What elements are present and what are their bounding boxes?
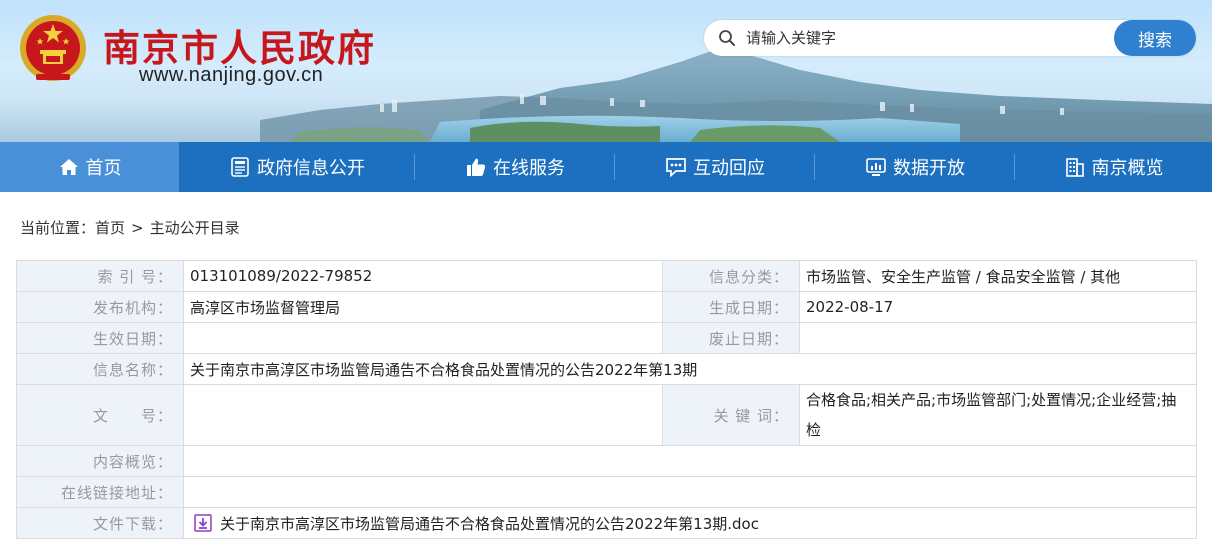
nav-item-label: 政府信息公开 (257, 158, 365, 179)
download-icon[interactable] (194, 513, 212, 532)
effective-date-value (183, 322, 663, 354)
index-no-value: 013101089/2022-79852 (183, 260, 663, 292)
table-row: 内容概览： (16, 445, 1197, 477)
file-download-cell: 关于南京市高淳区市场监管局通告不合格食品处置情况的公告2022年第13期.doc (183, 507, 1197, 539)
summary-label: 内容概览： (16, 445, 184, 477)
breadcrumb: 当前位置：首页 > 主动公开目录 (20, 217, 240, 238)
effective-date-label: 生效日期： (16, 322, 184, 354)
abolish-date-value (799, 322, 1197, 354)
search-icon (719, 30, 735, 46)
summary-value (183, 445, 1197, 477)
thumbs-up-icon (467, 158, 486, 176)
category-value: 市场监管、安全生产监管 / 食品安全监管 / 其他 (799, 260, 1197, 292)
info-title-value: 关于南京市高淳区市场监管局通告不合格食品处置情况的公告2022年第13期 (183, 353, 1197, 385)
chat-icon (666, 158, 686, 178)
breadcrumb-current[interactable]: 主动公开目录 (150, 219, 240, 237)
table-row: 在线链接地址： (16, 476, 1197, 508)
nav-item-label: 数据开放 (893, 158, 965, 179)
main-nav: 首页 政府信息公开 在线服务 互动回应 数据开放 南京概览 (0, 142, 1212, 192)
nav-item-label: 南京概览 (1091, 158, 1164, 179)
breadcrumb-prefix: 当前位置： (20, 219, 96, 237)
breadcrumb-home-link[interactable]: 首页 (95, 219, 125, 237)
table-row: 生效日期： 废止日期： (16, 322, 1197, 354)
search-button[interactable]: 搜索 (1114, 20, 1196, 56)
search-input[interactable] (746, 26, 1106, 50)
nav-item-home[interactable]: 首页 (0, 142, 179, 192)
download-file-link[interactable]: 关于南京市高淳区市场监管局通告不合格食品处置情况的公告2022年第13期.doc (220, 515, 759, 533)
national-emblem-icon (20, 15, 86, 81)
doc-no-label: 文 号： (16, 384, 184, 446)
category-label: 信息分类： (662, 260, 800, 292)
monitor-chart-icon (866, 158, 886, 176)
created-date-value: 2022-08-17 (799, 291, 1197, 323)
table-row: 发布机构： 高淳区市场监督管理局 生成日期： 2022-08-17 (16, 291, 1197, 323)
table-row: 文件下载： 关于南京市高淳区市场监管局通告不合格食品处置情况的公告2022年第1… (16, 507, 1197, 539)
nav-item-open-data[interactable]: 数据开放 (815, 142, 1015, 192)
publisher-label: 发布机构： (16, 291, 184, 323)
nav-item-nanjing-overview[interactable]: 南京概览 (1015, 142, 1212, 192)
table-row: 索 引 号： 013101089/2022-79852 信息分类： 市场监管、安… (16, 260, 1197, 292)
search-box: 搜索 (704, 20, 1196, 56)
created-date-label: 生成日期： (662, 291, 800, 323)
keywords-value: 合格食品;相关产品;市场监管部门;处置情况;企业经营;抽检 (799, 384, 1197, 446)
table-row: 信息名称： 关于南京市高淳区市场监管局通告不合格食品处置情况的公告2022年第1… (16, 353, 1197, 385)
document-icon (231, 157, 249, 177)
nav-item-label: 互动回应 (693, 158, 765, 179)
home-icon (59, 159, 78, 175)
nav-item-interaction[interactable]: 互动回应 (615, 142, 815, 192)
abolish-date-label: 废止日期： (662, 322, 800, 354)
nav-item-online-service[interactable]: 在线服务 (415, 142, 615, 192)
table-row: 文 号： 关 键 词： 合格食品;相关产品;市场监管部门;处置情况;企业经营;抽… (16, 384, 1197, 446)
online-link-value (183, 476, 1197, 508)
breadcrumb-separator: > (131, 219, 144, 237)
nav-item-gov-info[interactable]: 政府信息公开 (179, 142, 415, 192)
nav-item-label: 首页 (85, 158, 122, 179)
info-meta-table: 索 引 号： 013101089/2022-79852 信息分类： 市场监管、安… (16, 260, 1197, 539)
header-banner: 南京市人民政府 www.nanjing.gov.cn 搜索 (0, 0, 1212, 142)
building-icon (1065, 158, 1084, 177)
info-title-label: 信息名称： (16, 353, 184, 385)
nav-item-label: 在线服务 (493, 158, 565, 179)
index-no-label: 索 引 号： (16, 260, 184, 292)
file-download-label: 文件下载： (16, 507, 184, 539)
online-link-label: 在线链接地址： (16, 476, 184, 508)
publisher-value: 高淳区市场监督管理局 (183, 291, 663, 323)
site-url: www.nanjing.gov.cn (139, 64, 324, 86)
doc-no-value (183, 384, 663, 446)
keywords-label: 关 键 词： (662, 384, 800, 446)
